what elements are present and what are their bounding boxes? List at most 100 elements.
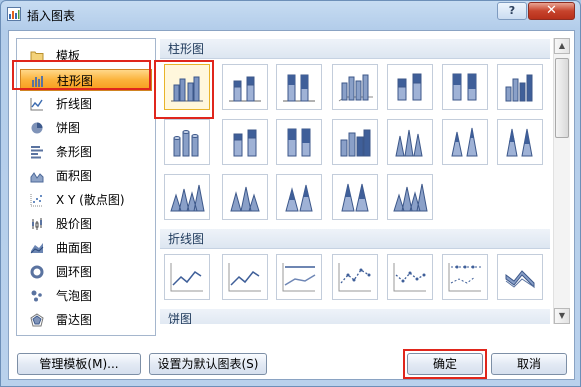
set-default-chart-button[interactable]: 设置为默认图表(S) [149,353,267,375]
dialog-body: 模板 柱形图 折线图 饼图 条形图 面积图 X Y (散点图) 股价图 曲面图 … [8,30,575,380]
tile-stacked-cone[interactable] [442,119,488,165]
category-label: X Y (散点图) [56,193,125,207]
category-label: 曲面图 [56,241,93,255]
surface-chart-icon [30,243,44,254]
tile-3d-column[interactable] [497,64,543,110]
cancel-button[interactable]: 取消 [491,353,567,375]
tile-3d-cylinder[interactable] [332,119,378,165]
tile-stacked-line[interactable] [222,254,268,300]
section-header-line: 折线图 [160,229,550,249]
close-button[interactable]: ✕ [528,2,575,20]
bar-chart-icon [31,146,43,159]
scatter-chart-icon [30,194,43,207]
insert-chart-dialog: 插入图表 ? ✕ 模板 柱形图 折线图 饼图 条形图 面积图 X Y (散点图)… [0,0,581,387]
category-label: 条形图 [56,145,93,159]
tile-100-stacked-cone[interactable] [497,119,543,165]
tile-100-stacked-pyramid[interactable] [332,174,378,220]
category-pie[interactable]: 饼图 [20,117,152,139]
tile-clustered-cone[interactable] [387,119,433,165]
3d-clustered-column-icon [338,74,373,102]
clustered-cylinder-icon [173,130,199,157]
scroll-thumb[interactable] [555,58,569,138]
line-icon [170,263,203,292]
line-with-markers-icon [338,263,371,292]
tile-3d-cone[interactable] [164,174,210,220]
percent-stacked-cone-icon [506,128,533,157]
manage-templates-button[interactable]: 管理模板(M)... [17,353,141,375]
percent-stacked-line-icon [282,263,316,292]
tile-3d-clustered-column[interactable] [332,64,378,110]
category-line[interactable]: 折线图 [20,93,152,115]
category-bar[interactable]: 条形图 [20,141,152,163]
3d-percent-stacked-column-icon [452,73,477,101]
percent-stacked-column-icon [283,74,315,102]
category-surface[interactable]: 曲面图 [20,237,152,259]
stacked-cylinder-icon [233,129,257,157]
pie-chart-icon [31,122,43,134]
tile-stacked-pyramid[interactable] [276,174,322,220]
stacked-line-icon [228,263,261,292]
doughnut-chart-icon [30,265,44,279]
tile-line[interactable] [164,254,210,300]
help-button[interactable]: ? [497,2,527,20]
stacked-cone-icon [451,127,478,157]
gallery-scrollbar[interactable]: ▲ ▼ [553,38,570,324]
tile-line-with-markers[interactable] [332,254,378,300]
category-doughnut[interactable]: 圆环图 [20,261,152,283]
stacked-line-markers-icon [393,263,426,292]
section-header-column: 柱形图 [160,39,550,59]
tile-stacked-cylinder[interactable] [222,119,268,165]
chart-app-icon [7,7,21,21]
category-label: 气泡图 [56,289,93,303]
clustered-pyramid-icon [230,186,260,212]
3d-cone-icon [170,184,205,212]
percent-stacked-cylinder-icon [287,128,311,157]
radar-chart-icon [30,313,44,327]
tile-100-stacked-line[interactable] [276,254,322,300]
tile-3d-line[interactable] [497,254,543,300]
3d-cylinder-icon [340,129,371,157]
tile-stacked-column[interactable] [222,64,268,110]
stacked-column-icon [229,76,261,102]
3d-column-icon [505,74,533,102]
stock-chart-icon [32,218,42,230]
tile-3d-100-stacked-column[interactable] [442,64,488,110]
section-header-pie: 饼图 [160,309,550,324]
category-bubble[interactable]: 气泡图 [20,285,152,307]
area-chart-icon [30,172,44,183]
category-stock[interactable]: 股价图 [20,213,152,235]
category-label: 圆环图 [56,265,93,279]
percent-line-markers-icon [448,263,481,292]
percent-stacked-pyramid-icon [341,183,369,212]
tile-stacked-line-with-markers[interactable] [387,254,433,300]
highlight-selected-category [12,60,151,90]
tile-clustered-cylinder[interactable] [164,119,210,165]
stacked-pyramid-icon [285,184,313,212]
tile-clustered-pyramid[interactable] [222,174,268,220]
tile-100-stacked-column[interactable] [276,64,322,110]
category-label: 面积图 [56,169,93,183]
3d-line-icon [505,270,535,289]
highlight-ok-button [403,349,487,379]
tile-3d-pyramid[interactable] [387,174,433,220]
chart-gallery: 柱形图 折线图 饼图 [160,38,550,324]
tile-3d-stacked-column[interactable] [387,64,433,110]
category-label: 股价图 [56,217,93,231]
scroll-down-icon[interactable]: ▼ [554,308,570,324]
3d-stacked-column-icon [397,73,422,101]
category-radar[interactable]: 雷达图 [20,309,152,331]
highlight-selected-tile [154,60,214,119]
window-title: 插入图表 [27,9,76,23]
category-scatter[interactable]: X Y (散点图) [20,189,152,211]
line-chart-icon [30,98,43,111]
category-area[interactable]: 面积图 [20,165,152,187]
category-label: 折线图 [56,97,93,111]
tile-100-line-with-markers[interactable] [442,254,488,300]
scroll-up-icon[interactable]: ▲ [554,38,570,54]
category-label: 饼图 [56,121,81,135]
3d-pyramid-icon [393,183,428,212]
category-label: 雷达图 [56,313,93,327]
title-bar: 插入图表 ? ✕ [1,1,580,29]
tile-100-stacked-cylinder[interactable] [276,119,322,165]
clustered-cone-icon [395,129,423,157]
